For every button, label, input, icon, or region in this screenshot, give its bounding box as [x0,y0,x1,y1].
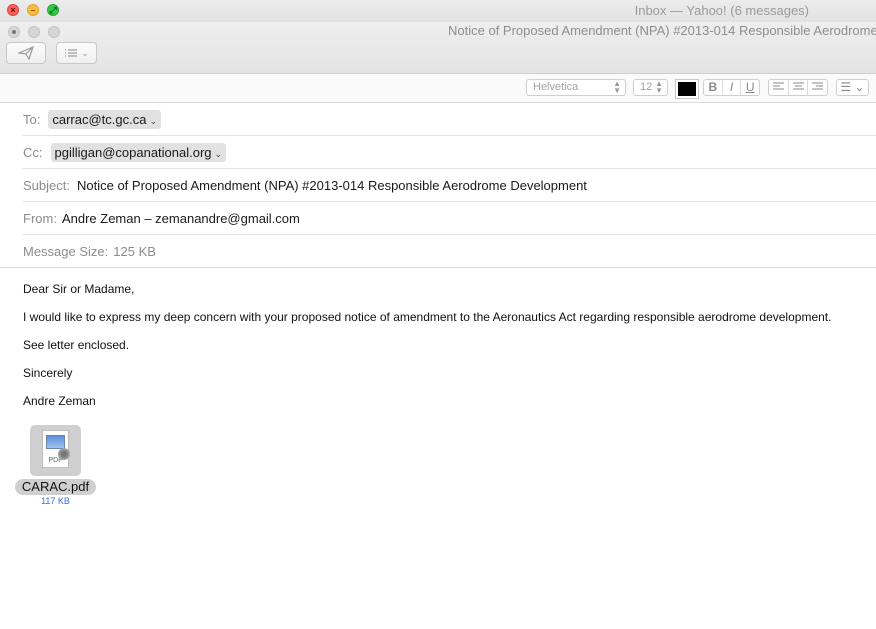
compose-window-titlebar: Notice of Proposed Amendment (NPA) #2013… [0,22,876,74]
compose-close-button[interactable] [8,26,20,38]
from-field-row: From: Andre Zeman – zemanandre@gmail.com [23,202,876,235]
font-family-value: Helvetica [533,81,579,93]
body-signature: Andre Zeman [23,394,96,408]
bold-button[interactable]: B [704,80,723,95]
font-size-select[interactable]: 12 ▲ ▼ [633,79,668,96]
bullet-list-icon: ☰ ⌄ [840,80,865,94]
preview-app-icon [58,448,70,460]
pdf-preview-image [46,435,65,449]
align-left-icon [772,82,784,90]
subject-field-row: Subject: Notice of Proposed Amendment (N… [23,169,876,202]
cc-field-row: Cc: pgilligan@copanational.org ⌄ [23,136,876,169]
to-recipient: carrac@tc.gc.ca [52,111,147,127]
stepper-arrows-icon: ▲ ▼ [655,79,663,95]
compose-window-title: Notice of Proposed Amendment (NPA) #2013… [448,23,876,38]
chevron-down-icon: ⌄ [214,148,223,159]
alignment-group [768,79,828,96]
chevron-down-icon: ⌄ [149,115,158,126]
text-style-group: B I U [703,79,760,96]
align-right-icon [812,82,824,90]
stepper-arrows-icon: ▲ ▼ [613,79,621,95]
chevron-down-icon: ⌄ [81,47,89,58]
inbox-window-titlebar: × – ⤢ Inbox — Yahoo! (6 messages) [0,0,876,23]
underline-button[interactable]: U [741,80,759,95]
text-color-swatch[interactable] [676,80,698,98]
italic-button[interactable]: I [723,80,742,95]
pdf-page-icon: PDF [42,430,70,468]
format-bar: Helvetica ▲ ▼ 12 ▲ ▼ B I U ☰ ⌄ [0,74,876,103]
body-greeting: Dear Sir or Madame, [23,282,135,296]
inbox-window-title: Inbox — Yahoo! (6 messages) [634,3,809,18]
from-label: From: [23,210,57,226]
header-fields-button[interactable]: ⌄ [56,42,97,64]
header-divider [0,267,876,268]
subject-label: Subject: [23,177,70,193]
to-label: To: [23,111,41,127]
subject-field[interactable]: Notice of Proposed Amendment (NPA) #2013… [77,178,587,193]
paper-plane-icon [18,46,34,60]
message-size-value: 125 KB [113,243,156,259]
cc-recipient-token[interactable]: pgilligan@copanational.org ⌄ [50,142,227,162]
body-paragraph: I would like to express my deep concern … [23,310,832,324]
message-body[interactable]: Dear Sir or Madame, I would like to expr… [23,283,831,423]
message-size-row: Message Size: 125 KB [23,235,876,267]
list-icon [65,49,78,57]
compose-minimize-button[interactable] [28,26,40,38]
to-field-row: To: carrac@tc.gc.ca ⌄ [23,103,876,136]
attachment-filename[interactable]: CARAC.pdf [15,479,96,495]
to-recipient-token[interactable]: carrac@tc.gc.ca ⌄ [48,109,162,129]
cc-recipient: pgilligan@copanational.org [54,144,212,160]
cc-label: Cc: [23,144,43,160]
list-style-button[interactable]: ☰ ⌄ [836,79,869,96]
align-center-icon [792,82,804,90]
align-center-button[interactable] [789,80,809,95]
body-closing: Sincerely [23,366,73,380]
attachment-size: 117 KB [41,496,70,506]
align-left-button[interactable] [769,80,789,95]
send-button[interactable] [6,42,46,64]
font-size-value: 12 [640,81,653,93]
pdf-attachment-icon[interactable]: PDF [30,425,81,476]
align-right-button[interactable] [808,80,827,95]
from-selector[interactable]: Andre Zeman – zemanandre@gmail.com [62,211,300,226]
message-size-label: Message Size: [23,243,109,259]
font-family-select[interactable]: Helvetica ▲ ▼ [526,79,626,96]
body-paragraph: See letter enclosed. [23,338,130,352]
compose-zoom-button[interactable] [48,26,60,38]
